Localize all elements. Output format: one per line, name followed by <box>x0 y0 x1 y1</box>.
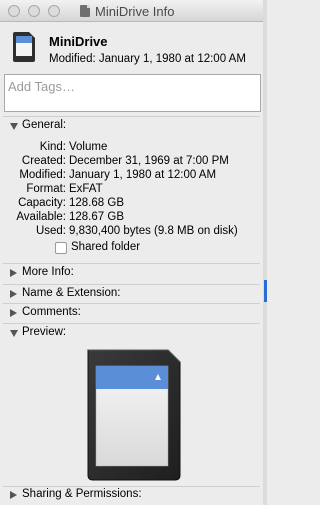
background-window-edge <box>263 0 267 505</box>
sd-card-preview <box>87 349 181 481</box>
info-window: MiniDrive Info MiniDrive Modified: Janua… <box>0 0 267 505</box>
section-sharing[interactable]: Sharing & Permissions: <box>0 487 263 505</box>
triangle-right-icon[interactable] <box>10 491 17 499</box>
background-highlight <box>264 280 267 302</box>
section-sharing-label: Sharing & Permissions: <box>22 488 142 500</box>
